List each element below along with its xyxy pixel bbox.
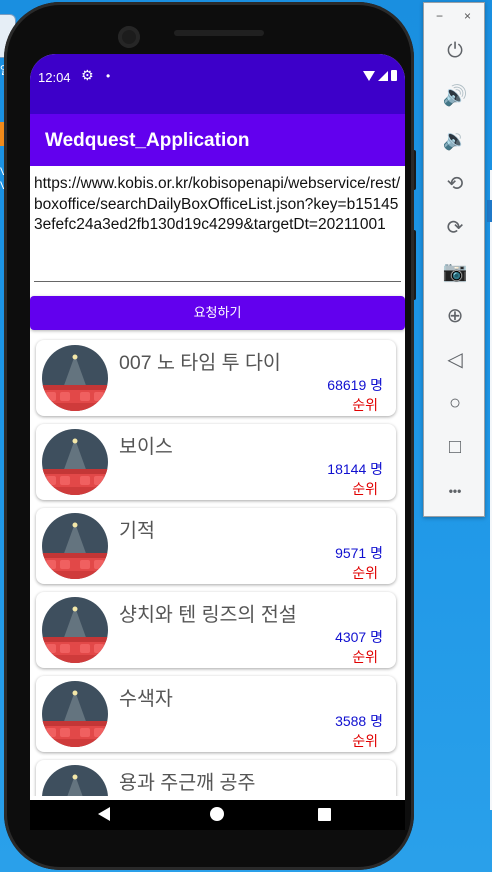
minimize-button[interactable]: − xyxy=(436,9,443,23)
signal-icon xyxy=(378,70,388,81)
audience-count: 18144 명 xyxy=(327,461,383,477)
earpiece-speaker xyxy=(174,30,264,36)
back-icon[interactable]: ◁ xyxy=(438,342,472,376)
movie-title: 기적 xyxy=(119,520,155,542)
movie-title: 용과 주근깨 공주 xyxy=(119,772,256,794)
movie-title: 수색자 xyxy=(119,688,173,710)
movie-card[interactable]: 수색자 3588 명순위 xyxy=(36,676,396,752)
rank-label: 순위 xyxy=(352,565,378,581)
app-title: Wedquest_Application xyxy=(45,130,250,151)
zoom-icon[interactable]: ⊕ xyxy=(438,298,472,332)
wifi-icon xyxy=(363,70,375,81)
settings-notification-icon: ⚙ xyxy=(81,67,94,83)
volume-up-icon[interactable]: 🔊 xyxy=(438,78,472,112)
status-time: 12:04 xyxy=(38,70,71,85)
more-icon[interactable]: ••• xyxy=(438,474,472,508)
movie-poster-icon xyxy=(42,681,108,747)
camera-icon[interactable]: 📷 xyxy=(438,254,472,288)
notification-dot-icon: • xyxy=(106,69,111,83)
background-window-strip xyxy=(487,200,492,222)
movie-poster-icon xyxy=(42,597,108,663)
movie-title: 보이스 xyxy=(119,436,173,458)
movie-card[interactable]: 용과 주근깨 공주 xyxy=(36,760,396,796)
movie-poster-icon xyxy=(42,765,108,796)
rank-label: 순위 xyxy=(352,733,378,749)
request-button[interactable]: 요청하기 xyxy=(30,296,405,330)
nav-recents-icon[interactable] xyxy=(318,808,331,821)
rank-label: 순위 xyxy=(352,397,378,413)
movie-card[interactable]: 007 노 타임 투 다이 68619 명순위 xyxy=(36,340,396,416)
status-bar: 12:04 ⚙ • xyxy=(30,54,405,114)
close-button[interactable]: × xyxy=(464,9,471,23)
status-icons xyxy=(363,70,397,81)
battery-icon xyxy=(391,70,397,81)
rotate-left-icon[interactable]: ⟲ xyxy=(438,166,472,200)
movie-list[interactable]: 007 노 타임 투 다이68619 명순위 보이스18144 명순위 xyxy=(30,336,405,796)
movie-card[interactable]: 보이스 18144 명순위 xyxy=(36,424,396,500)
overview-icon[interactable]: □ xyxy=(438,430,472,464)
emulator-window-controls: − × xyxy=(424,7,486,27)
movie-card[interactable]: 샹치와 텐 링즈의 전설 4307 명순위 xyxy=(36,592,396,668)
audience-count: 3588 명 xyxy=(335,713,383,729)
nav-back-icon[interactable] xyxy=(98,807,110,821)
phone-frame: 12:04 ⚙ • Wedquest_Application https://w… xyxy=(4,2,414,870)
audience-count: 68619 명 xyxy=(327,377,383,393)
navigation-bar xyxy=(30,800,405,830)
movie-poster-icon xyxy=(42,345,108,411)
movie-card[interactable]: 기적 9571 명순위 xyxy=(36,508,396,584)
emulator-toolbar: − × ⏻ 🔊 🔉 ⟲ ⟳ 📷 ⊕ ◁ ○ □ ••• xyxy=(423,2,485,517)
movie-title: 샹치와 텐 링즈의 전설 xyxy=(119,604,297,626)
url-input[interactable]: https://www.kobis.or.kr/kobisopenapi/web… xyxy=(34,174,401,282)
rank-label: 순위 xyxy=(352,649,378,665)
audience-count: 4307 명 xyxy=(335,629,383,645)
power-icon[interactable]: ⏻ xyxy=(438,34,472,68)
audience-count: 9571 명 xyxy=(335,545,383,561)
app-bar: Wedquest_Application xyxy=(30,114,405,166)
rotate-right-icon[interactable]: ⟳ xyxy=(438,210,472,244)
movie-title: 007 노 타임 투 다이 xyxy=(119,352,281,374)
rank-label: 순위 xyxy=(352,481,378,497)
movie-poster-icon xyxy=(42,513,108,579)
movie-poster-icon xyxy=(42,429,108,495)
phone-screen: 12:04 ⚙ • Wedquest_Application https://w… xyxy=(30,54,405,830)
volume-down-icon[interactable]: 🔉 xyxy=(438,122,472,156)
nav-home-icon[interactable] xyxy=(210,807,224,821)
home-icon[interactable]: ○ xyxy=(438,386,472,420)
front-camera xyxy=(118,26,140,48)
